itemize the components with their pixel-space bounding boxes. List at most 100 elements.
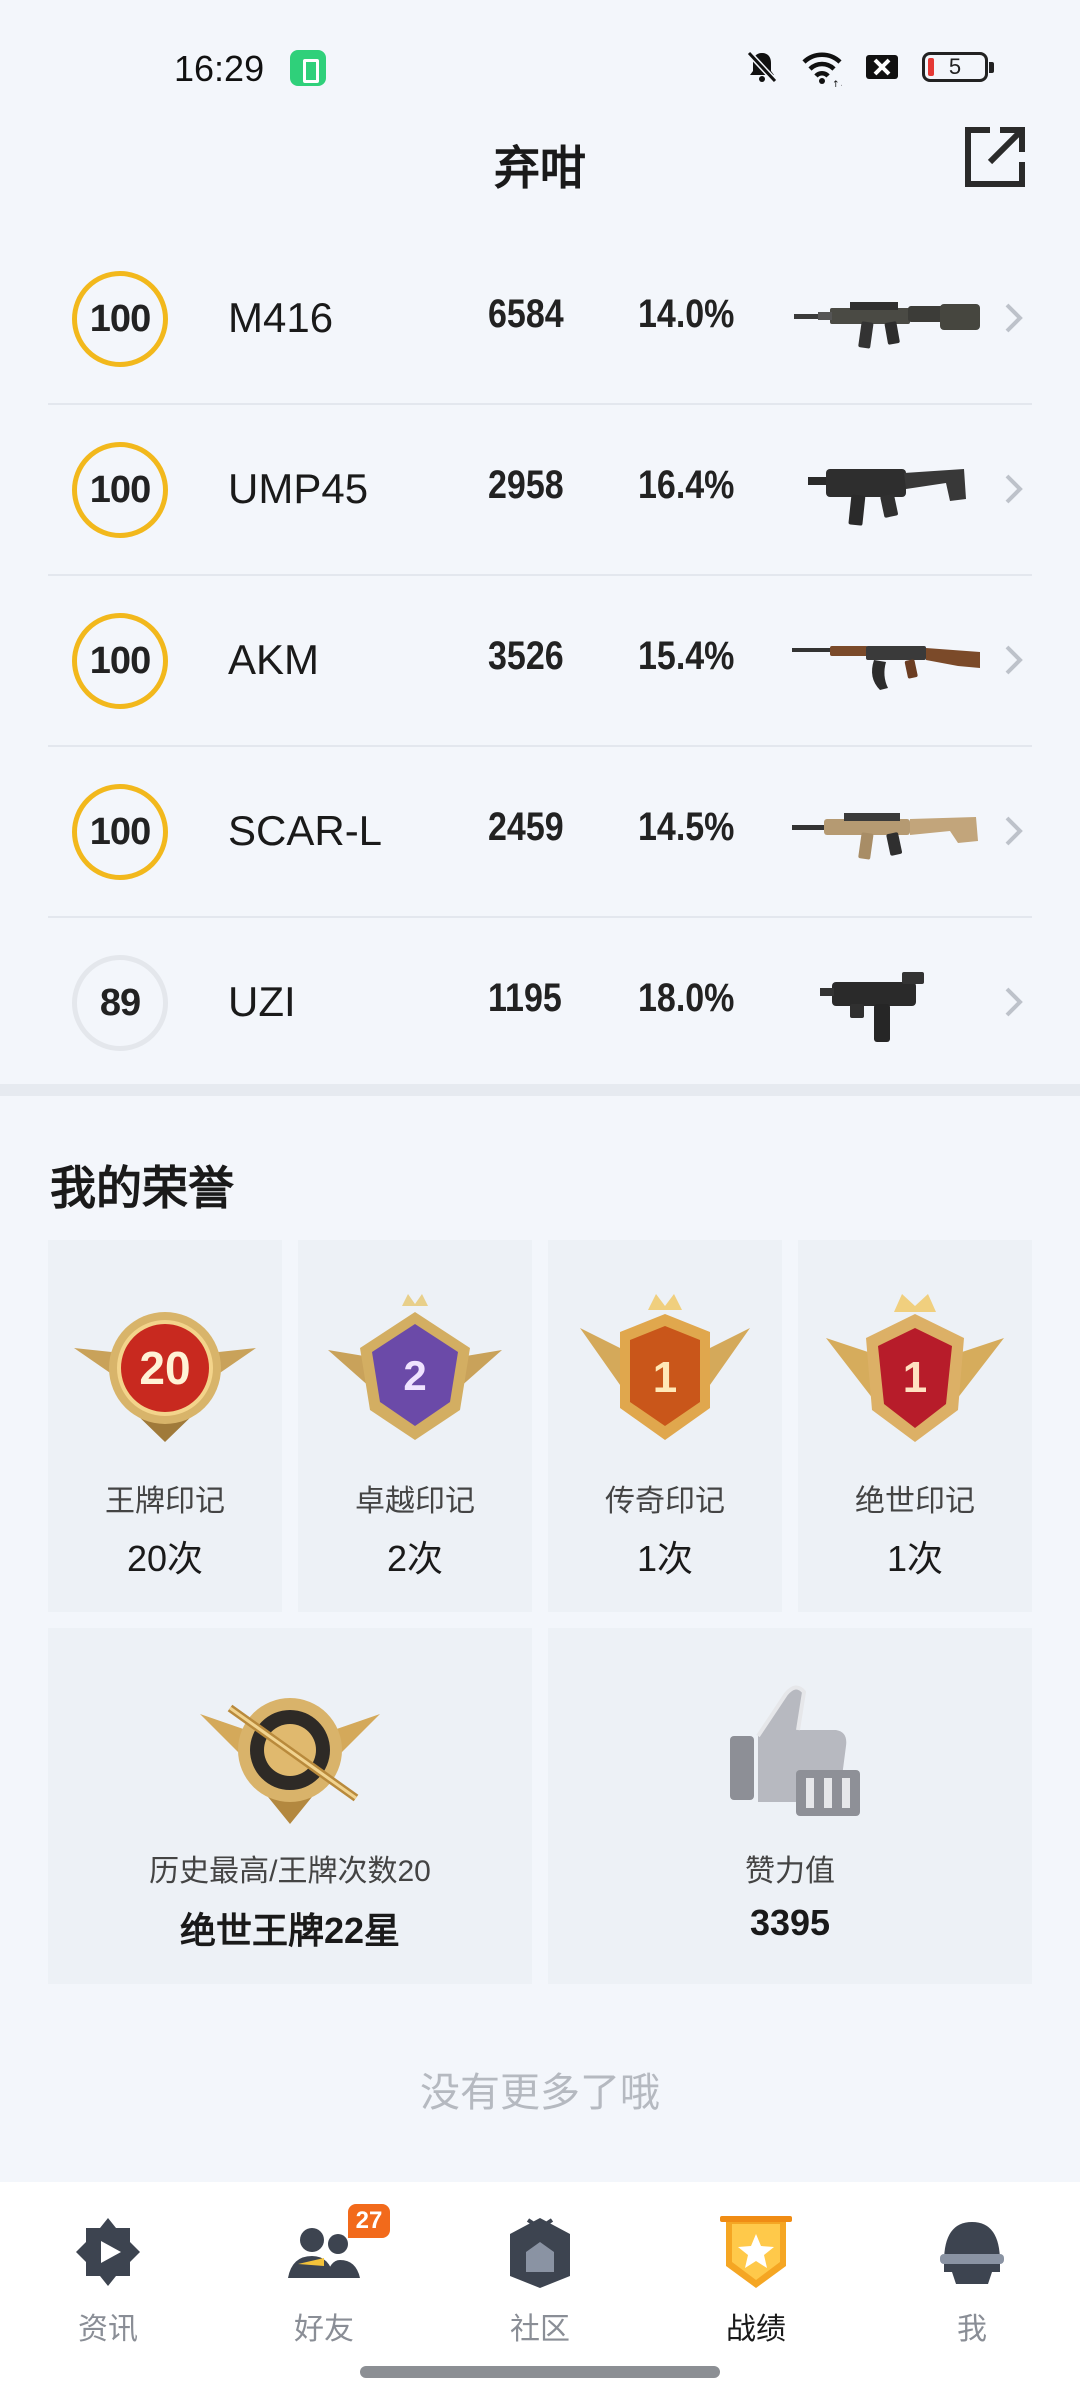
tab-community[interactable]: 社区: [460, 2204, 620, 2346]
honor-card-highest-rank[interactable]: 历史最高/王牌次数20 绝世王牌22星: [48, 1628, 532, 1984]
rifle-m416-image: [794, 302, 980, 349]
mastery-value: 100: [89, 468, 151, 511]
mastery-value: 100: [89, 810, 151, 853]
battery-icon: 5: [922, 52, 994, 82]
mastery-ring: 89: [72, 955, 168, 1051]
highest-rank-badge-icon: [200, 1698, 380, 1824]
svg-text:↑↓: ↑↓: [832, 80, 842, 87]
mastery-value: 89: [99, 981, 141, 1024]
honor-value: 20次: [126, 1538, 204, 1579]
honors-title: 我的荣誉: [50, 1162, 234, 1214]
status-bar: 16:29 ↑↓ 5: [0, 0, 1080, 120]
tab-label: 战绩: [726, 2313, 786, 2346]
record-badge-icon: [720, 2216, 792, 2288]
share-external-icon[interactable]: [962, 124, 1028, 190]
honor-card-legend[interactable]: 1 传奇印记 1次: [548, 1240, 782, 1612]
badge-number: 20: [139, 1342, 190, 1394]
weapon-row[interactable]: 89 UZI 1195 18.0%: [48, 918, 1032, 1089]
tab-news[interactable]: 资讯: [28, 2204, 188, 2346]
status-icons: ↑↓ 5: [742, 46, 994, 88]
badge-number: 1: [903, 1353, 927, 1402]
honor-label: 卓越印记: [355, 1485, 475, 1518]
honor-label: 传奇印记: [605, 1485, 725, 1518]
mastery-value: 100: [89, 639, 151, 682]
honor-card-peerless[interactable]: 1 绝世印记 1次: [798, 1240, 1032, 1612]
honor-value: 1次: [886, 1538, 944, 1579]
weapon-name: M416: [228, 294, 334, 341]
status-time: 16:29: [174, 48, 265, 89]
honor-label: 赞力值: [745, 1855, 835, 1888]
chevron-right-icon: [1005, 987, 1023, 1017]
ace-mark-badge-icon: 20: [74, 1312, 256, 1442]
honor-label: 绝世印记: [855, 1485, 975, 1518]
tab-label: 社区: [510, 2313, 570, 2346]
chevron-right-icon: [1005, 816, 1023, 846]
page-title: 弃咁: [494, 142, 586, 194]
weapon-rate: 18.0%: [638, 976, 735, 1020]
honor-card-excellence[interactable]: 2 卓越印记 2次: [298, 1240, 532, 1612]
home-indicator[interactable]: [360, 2366, 720, 2378]
section-divider: [0, 1084, 1080, 1096]
honor-value: 3395: [749, 1902, 831, 1943]
weapon-list: 100 M416 6584 14.0% 100 UMP45 2958 16.4%: [48, 234, 1032, 1089]
tab-me[interactable]: 我: [892, 2204, 1052, 2346]
tab-records[interactable]: 战绩: [676, 2204, 836, 2346]
battery-level: 5: [948, 54, 962, 79]
tab-label: 我: [957, 2313, 987, 2346]
weapon-rate: 16.4%: [638, 463, 735, 507]
weapon-kills: 2459: [488, 805, 564, 849]
mastery-value: 100: [89, 297, 151, 340]
weapon-name: AKM: [228, 636, 320, 683]
battery-saver-app-icon: [290, 50, 326, 86]
weapon-name: SCAR-L: [228, 807, 383, 854]
excellence-mark-badge-icon: 2: [328, 1294, 502, 1440]
chevron-right-icon: [1005, 474, 1023, 504]
rifle-scar-l-image: [792, 813, 978, 860]
weapon-row[interactable]: 100 UMP45 2958 16.4%: [48, 405, 1032, 576]
no-sim-icon: [866, 55, 898, 79]
weapon-rate: 14.0%: [638, 292, 735, 336]
weapon-kills: 1195: [488, 976, 562, 1020]
rifle-akm-image: [792, 646, 980, 690]
bell-muted-icon: [746, 50, 778, 84]
mastery-ring: 100: [72, 442, 168, 538]
honor-card-ace[interactable]: 20 王牌印记 20次: [48, 1240, 282, 1612]
honor-label: 历史最高/王牌次数20: [149, 1855, 431, 1888]
peerless-mark-badge-icon: 1: [826, 1294, 1004, 1442]
honor-label: 王牌印记: [105, 1485, 225, 1518]
mastery-ring: 100: [72, 613, 168, 709]
weapon-kills: 3526: [488, 634, 564, 678]
legend-mark-badge-icon: 1: [580, 1294, 750, 1440]
tab-label: 资讯: [78, 2313, 138, 2346]
thumbs-up-trophy-icon: [730, 1685, 860, 1816]
wifi-icon: ↑↓: [802, 52, 842, 87]
page-header: 弃咁: [0, 110, 1080, 210]
weapon-kills: 6584: [488, 292, 564, 336]
weapon-name: UZI: [228, 978, 296, 1025]
helmet-profile-icon: [940, 2222, 1004, 2284]
community-house-icon: [510, 2218, 570, 2288]
honor-value: 绝世王牌22星: [179, 1910, 401, 1951]
chevron-right-icon: [1005, 303, 1023, 333]
honor-value: 2次: [386, 1538, 444, 1579]
weapon-row[interactable]: 100 SCAR-L 2459 14.5%: [48, 747, 1032, 918]
smg-ump45-image: [808, 469, 966, 526]
weapon-kills: 2958: [488, 463, 564, 507]
chevron-right-icon: [1005, 645, 1023, 675]
honor-value: 1次: [636, 1538, 694, 1579]
weapon-rate: 14.5%: [638, 805, 735, 849]
weapon-rate: 15.4%: [638, 634, 735, 678]
mastery-ring: 100: [72, 271, 168, 367]
weapon-name: UMP45: [228, 465, 369, 512]
friends-count-badge: 27: [348, 2204, 390, 2238]
weapon-row[interactable]: 100 AKM 3526 15.4%: [48, 576, 1032, 747]
badge-number: 1: [653, 1353, 677, 1402]
tab-friends[interactable]: 27 好友: [244, 2204, 404, 2346]
badge-number: 2: [403, 1352, 426, 1399]
mastery-ring: 100: [72, 784, 168, 880]
news-play-icon: [76, 2218, 140, 2286]
end-of-list-text: 没有更多了哦: [420, 2071, 660, 2115]
weapon-row[interactable]: 100 M416 6584 14.0%: [48, 234, 1032, 405]
tab-label: 好友: [294, 2313, 354, 2346]
honor-card-likes[interactable]: 赞力值 3395: [548, 1628, 1032, 1984]
